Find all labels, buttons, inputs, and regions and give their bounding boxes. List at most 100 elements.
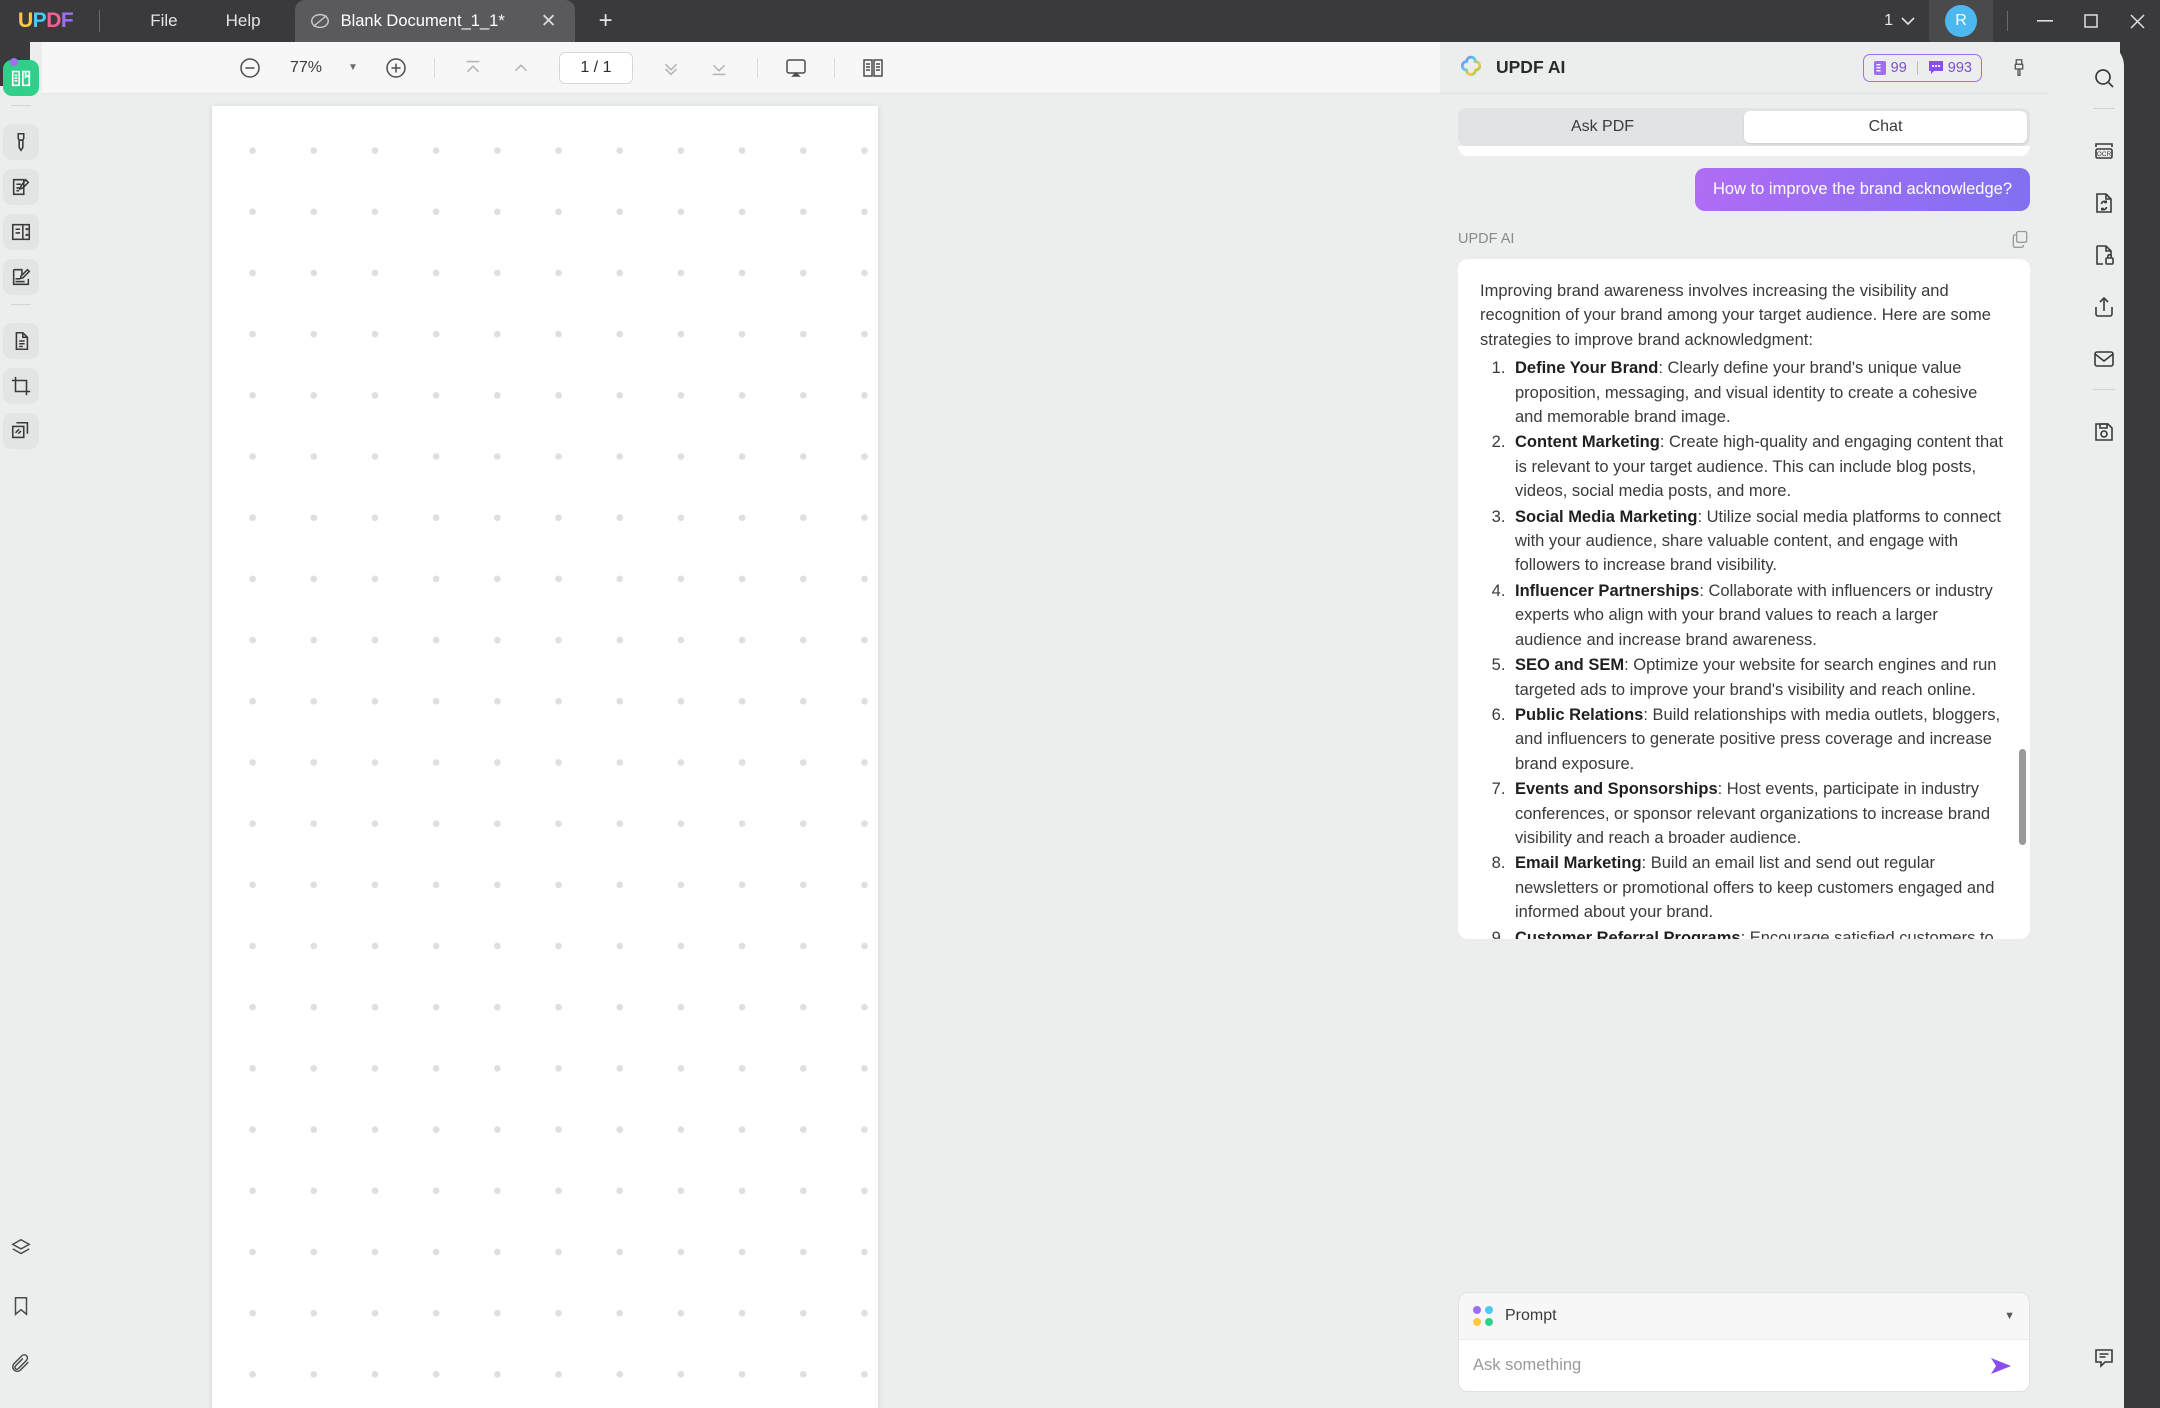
document-tab[interactable]: Blank Document_1_1* ✕	[294, 0, 575, 42]
ai-panel-header: UPDF AI 99 993	[1440, 42, 2048, 94]
svg-text:OCR: OCR	[2097, 151, 2112, 158]
sidebar-item-bookmarks[interactable]	[3, 1288, 39, 1324]
logo-letter-d: D	[46, 9, 61, 32]
toolbar-divider-1	[433, 57, 435, 78]
zoom-in-icon[interactable]	[372, 42, 420, 94]
minimize-button[interactable]	[2022, 0, 2068, 42]
zoom-dropdown-caret[interactable]: ▼	[334, 62, 372, 73]
reading-view-icon[interactable]	[849, 42, 897, 94]
sidebar-item-organize-pages[interactable]	[3, 214, 39, 250]
document-credit-icon	[1873, 60, 1886, 75]
ask-input[interactable]	[1473, 1356, 1989, 1375]
last-page-icon[interactable]	[695, 42, 743, 94]
updf-logo: U P D F	[18, 9, 74, 33]
sidebar-item-page-thumbnails[interactable]	[3, 323, 39, 359]
document-canvas[interactable]	[42, 94, 1440, 1408]
sidebar-item-fill-sign[interactable]	[3, 259, 39, 295]
prompt-selector[interactable]: Prompt ▼	[1459, 1293, 2029, 1339]
prompt-label: Prompt	[1505, 1307, 1557, 1324]
right-sidebar: OCR	[2048, 42, 2160, 1408]
list-item: Content Marketing: Create high-quality a…	[1510, 430, 2008, 503]
prompt-dots-icon	[1473, 1306, 1493, 1326]
toolbar-divider-2	[756, 57, 758, 78]
document-credit-count: 99	[1890, 59, 1907, 76]
chat-credits: 993	[1928, 60, 1972, 76]
sidebar-item-batch[interactable]	[3, 413, 39, 449]
window-controls-divider	[2007, 11, 2008, 31]
page-indicator[interactable]: 1 / 1	[558, 51, 633, 84]
tool-search[interactable]	[2084, 58, 2124, 98]
sidebar-item-reader[interactable]	[3, 60, 39, 96]
window-count-label: 1	[1884, 12, 1893, 29]
account-button[interactable]: R	[1929, 0, 1993, 42]
tab-chat[interactable]: Chat	[1744, 111, 2027, 143]
menu-help[interactable]: Help	[202, 0, 285, 42]
avatar: R	[1945, 5, 1977, 37]
credits-badge[interactable]: 99 993	[1862, 53, 1982, 82]
status-dot	[10, 58, 18, 66]
sidebar-item-edit-pdf[interactable]	[3, 169, 39, 205]
tool-email[interactable]	[2084, 339, 2124, 379]
presentation-icon[interactable]	[772, 42, 820, 94]
list-item: Email Marketing: Build an email list and…	[1510, 851, 2008, 924]
logo-letter-u: U	[18, 9, 33, 32]
updf-ai-icon	[1458, 55, 1484, 81]
page-indicator-wrapper[interactable]: 1 / 1	[558, 51, 633, 84]
sidebar-item-attachments[interactable]	[3, 1346, 39, 1382]
close-tab-icon[interactable]: ✕	[537, 10, 561, 33]
tool-comments[interactable]	[2084, 1338, 2124, 1378]
list-item-term: Social Media Marketing	[1515, 507, 1698, 526]
list-item: Customer Referral Programs: Encourage sa…	[1510, 926, 2008, 939]
close-window-button[interactable]	[2114, 0, 2160, 42]
next-page-icon[interactable]	[647, 42, 695, 94]
copy-icon[interactable]	[2010, 229, 2030, 249]
right-dark-edge	[2120, 42, 2160, 1408]
tool-ocr[interactable]: OCR	[2084, 131, 2124, 171]
document-tab-icon	[309, 10, 331, 32]
ai-panel-title: UPDF AI	[1496, 57, 1566, 77]
list-item: Public Relations: Build relationships wi…	[1510, 703, 2008, 776]
maximize-button[interactable]	[2068, 0, 2114, 42]
tool-convert[interactable]	[2084, 183, 2124, 223]
tool-share[interactable]	[2084, 287, 2124, 327]
assistant-answer[interactable]: Improving brand awareness involves incre…	[1458, 259, 2030, 939]
ask-input-row	[1459, 1339, 2029, 1391]
sidebar-item-annotate[interactable]	[3, 124, 39, 160]
list-item: Influencer Partnerships: Collaborate wit…	[1510, 579, 2008, 652]
updf-ai-panel: UPDF AI 99 993 Ask PDF Chat How to impro…	[1440, 42, 2048, 1408]
tool-protect[interactable]	[2084, 235, 2124, 275]
sidebar-item-layers[interactable]	[3, 1230, 39, 1266]
sidebar-item-crop[interactable]	[3, 368, 39, 404]
list-item-term: Define Your Brand	[1515, 359, 1659, 378]
assistant-label-row: UPDF AI	[1458, 229, 2030, 249]
chat-area[interactable]: How to improve the brand acknowledge? UP…	[1440, 146, 2048, 1280]
chevron-down-icon[interactable]: ▼	[2004, 1310, 2015, 1322]
menu-file[interactable]: File	[126, 0, 201, 42]
list-item-term: Influencer Partnerships	[1515, 581, 1700, 600]
chevron-down-icon	[1901, 16, 1915, 26]
previous-page-icon[interactable]	[497, 42, 545, 94]
clear-chat-icon[interactable]	[2008, 57, 2030, 79]
document-toolbar: 77% ▼ 1 / 1	[42, 42, 1440, 94]
pdf-page[interactable]	[212, 106, 878, 1408]
logo-letter-f: F	[60, 9, 74, 32]
list-item: Define Your Brand: Clearly define your b…	[1510, 356, 2008, 429]
new-tab-button[interactable]: +	[591, 9, 621, 33]
list-item: Social Media Marketing: Utilize social m…	[1510, 505, 2008, 578]
sidebar-divider-2	[11, 304, 31, 305]
list-item-term: Content Marketing	[1515, 433, 1660, 452]
window-count-dropdown[interactable]: 1	[1870, 12, 1929, 30]
toolbar-divider-3	[833, 57, 835, 78]
prompt-composer: Prompt ▼	[1458, 1292, 2030, 1392]
answer-scrollbar-thumb[interactable]	[2019, 749, 2026, 845]
user-message-bubble: How to improve the brand acknowledge?	[1694, 168, 2030, 211]
titlebar-divider	[99, 10, 101, 32]
tab-ask-pdf[interactable]: Ask PDF	[1461, 111, 1744, 143]
first-page-icon[interactable]	[449, 42, 497, 94]
zoom-out-icon[interactable]	[222, 42, 278, 94]
assistant-label: UPDF AI	[1458, 231, 1515, 247]
send-icon[interactable]	[1989, 1355, 2015, 1377]
chat-credit-icon	[1928, 61, 1943, 74]
tool-save[interactable]	[2084, 412, 2124, 452]
user-message-row: How to improve the brand acknowledge?	[1458, 168, 2030, 211]
